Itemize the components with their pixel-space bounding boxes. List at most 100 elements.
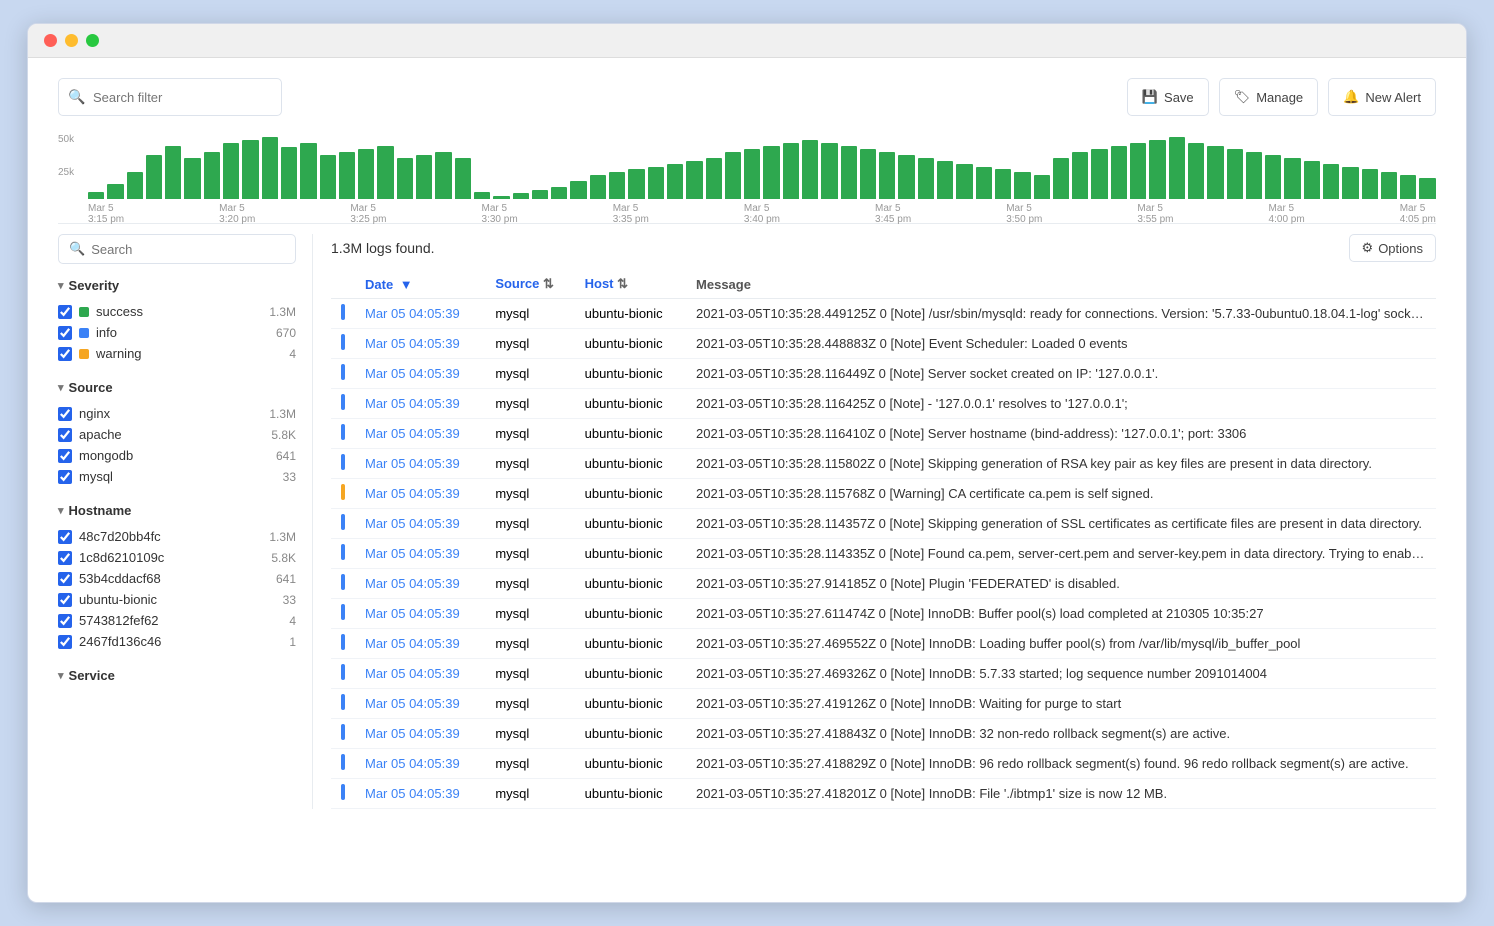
table-row[interactable]: Mar 05 04:05:39 mysql ubuntu-bionic 2021… (331, 389, 1436, 419)
row-indicator (341, 574, 345, 590)
sidebar: 🔍 ▾ Severity success 1.3M (58, 234, 313, 809)
minimize-button[interactable] (65, 34, 78, 47)
checkbox-info[interactable] (58, 326, 72, 340)
label-host2: 1c8d6210109c (79, 550, 164, 565)
table-row[interactable]: Mar 05 04:05:39 mysql ubuntu-bionic 2021… (331, 749, 1436, 779)
table-row[interactable]: Mar 05 04:05:39 mysql ubuntu-bionic 2021… (331, 449, 1436, 479)
service-header[interactable]: ▾ Service (58, 668, 296, 683)
sidebar-search-input[interactable] (91, 242, 285, 257)
filter-item-nginx: nginx 1.3M (58, 403, 296, 424)
row-date: Mar 05 04:05:39 (355, 719, 485, 749)
severity-header[interactable]: ▾ Severity (58, 278, 296, 293)
new-alert-button[interactable]: 🔔 New Alert (1328, 78, 1436, 116)
filter-item-host1: 48c7d20bb4fc 1.3M (58, 526, 296, 547)
table-row[interactable]: Mar 05 04:05:39 mysql ubuntu-bionic 2021… (331, 539, 1436, 569)
col-date[interactable]: Date ▼ (355, 270, 485, 299)
checkbox-mysql[interactable] (58, 470, 72, 484)
chart-bar (937, 161, 953, 199)
save-button[interactable]: 💾 Save (1127, 78, 1209, 116)
chart-bar (281, 147, 297, 199)
row-date: Mar 05 04:05:39 (355, 359, 485, 389)
table-row[interactable]: Mar 05 04:05:39 mysql ubuntu-bionic 2021… (331, 329, 1436, 359)
table-header-row: Date ▼ Source ⇅ Host ⇅ Message (331, 270, 1436, 299)
table-row[interactable]: Mar 05 04:05:39 mysql ubuntu-bionic 2021… (331, 569, 1436, 599)
row-source: mysql (485, 359, 574, 389)
search-filter-input[interactable] (58, 78, 282, 116)
row-indicator (341, 454, 345, 470)
table-row[interactable]: Mar 05 04:05:39 mysql ubuntu-bionic 2021… (331, 299, 1436, 329)
count-mongodb: 641 (276, 449, 296, 463)
table-row[interactable]: Mar 05 04:05:39 mysql ubuntu-bionic 2021… (331, 779, 1436, 809)
hostname-header[interactable]: ▾ Hostname (58, 503, 296, 518)
chart-bar (1362, 169, 1378, 199)
severity-chevron: ▾ (58, 279, 64, 292)
chart-bar (242, 140, 258, 199)
filter-item-host6: 2467fd136c46 1 (58, 631, 296, 652)
checkbox-host6[interactable] (58, 635, 72, 649)
chart-bar (474, 192, 490, 199)
checkbox-warning[interactable] (58, 347, 72, 361)
row-date: Mar 05 04:05:39 (355, 659, 485, 689)
row-source: mysql (485, 479, 574, 509)
checkbox-host5[interactable] (58, 614, 72, 628)
chart-bar (1400, 175, 1416, 199)
checkbox-host1[interactable] (58, 530, 72, 544)
row-indicator-cell (331, 749, 355, 779)
checkbox-mongodb[interactable] (58, 449, 72, 463)
manage-button[interactable]: 🏷 Manage (1219, 78, 1319, 116)
row-indicator (341, 784, 345, 800)
row-source: mysql (485, 389, 574, 419)
row-indicator (341, 364, 345, 380)
log-table: Date ▼ Source ⇅ Host ⇅ Message (331, 270, 1436, 809)
row-indicator-cell (331, 599, 355, 629)
row-indicator-cell (331, 779, 355, 809)
col-host[interactable]: Host ⇅ (575, 270, 686, 299)
checkbox-host3[interactable] (58, 572, 72, 586)
source-header[interactable]: ▾ Source (58, 380, 296, 395)
row-host: ubuntu-bionic (575, 629, 686, 659)
checkbox-success[interactable] (58, 305, 72, 319)
table-row[interactable]: Mar 05 04:05:39 mysql ubuntu-bionic 2021… (331, 419, 1436, 449)
count-host3: 641 (276, 572, 296, 586)
options-button[interactable]: ⚙ Options (1349, 234, 1436, 262)
row-date: Mar 05 04:05:39 (355, 629, 485, 659)
sidebar-search-wrap: 🔍 (58, 234, 296, 264)
count-host2: 5.8K (271, 551, 296, 565)
col-indicator (331, 270, 355, 299)
row-indicator-cell (331, 419, 355, 449)
table-row[interactable]: Mar 05 04:05:39 mysql ubuntu-bionic 2021… (331, 629, 1436, 659)
checkbox-host4[interactable] (58, 593, 72, 607)
row-indicator-cell (331, 329, 355, 359)
hostname-chevron: ▾ (58, 504, 64, 517)
row-indicator (341, 604, 345, 620)
label-warning: warning (96, 346, 142, 361)
checkbox-host2[interactable] (58, 551, 72, 565)
row-host: ubuntu-bionic (575, 299, 686, 329)
row-host: ubuntu-bionic (575, 329, 686, 359)
table-row[interactable]: Mar 05 04:05:39 mysql ubuntu-bionic 2021… (331, 719, 1436, 749)
table-row[interactable]: Mar 05 04:05:39 mysql ubuntu-bionic 2021… (331, 659, 1436, 689)
chart-x-label: Mar 53:50 pm (1006, 203, 1042, 225)
chart-bar (1014, 172, 1030, 199)
label-host6: 2467fd136c46 (79, 634, 161, 649)
table-row[interactable]: Mar 05 04:05:39 mysql ubuntu-bionic 2021… (331, 689, 1436, 719)
chart-x-label: Mar 53:55 pm (1137, 203, 1173, 225)
table-row[interactable]: Mar 05 04:05:39 mysql ubuntu-bionic 2021… (331, 509, 1436, 539)
filter-item-success: success 1.3M (58, 301, 296, 322)
chart-bar (841, 146, 857, 199)
maximize-button[interactable] (86, 34, 99, 47)
row-indicator (341, 394, 345, 410)
row-indicator (341, 754, 345, 770)
row-message: 2021-03-05T10:35:28.116410Z 0 [Note] Ser… (686, 419, 1436, 449)
checkbox-apache[interactable] (58, 428, 72, 442)
label-host4: ubuntu-bionic (79, 592, 157, 607)
table-row[interactable]: Mar 05 04:05:39 mysql ubuntu-bionic 2021… (331, 359, 1436, 389)
chart-bar (1034, 175, 1050, 199)
col-source[interactable]: Source ⇅ (485, 270, 574, 299)
checkbox-nginx[interactable] (58, 407, 72, 421)
row-message: 2021-03-05T10:35:28.115802Z 0 [Note] Ski… (686, 449, 1436, 479)
table-row[interactable]: Mar 05 04:05:39 mysql ubuntu-bionic 2021… (331, 479, 1436, 509)
y-label-25k: 25k (58, 167, 74, 178)
table-row[interactable]: Mar 05 04:05:39 mysql ubuntu-bionic 2021… (331, 599, 1436, 629)
close-button[interactable] (44, 34, 57, 47)
